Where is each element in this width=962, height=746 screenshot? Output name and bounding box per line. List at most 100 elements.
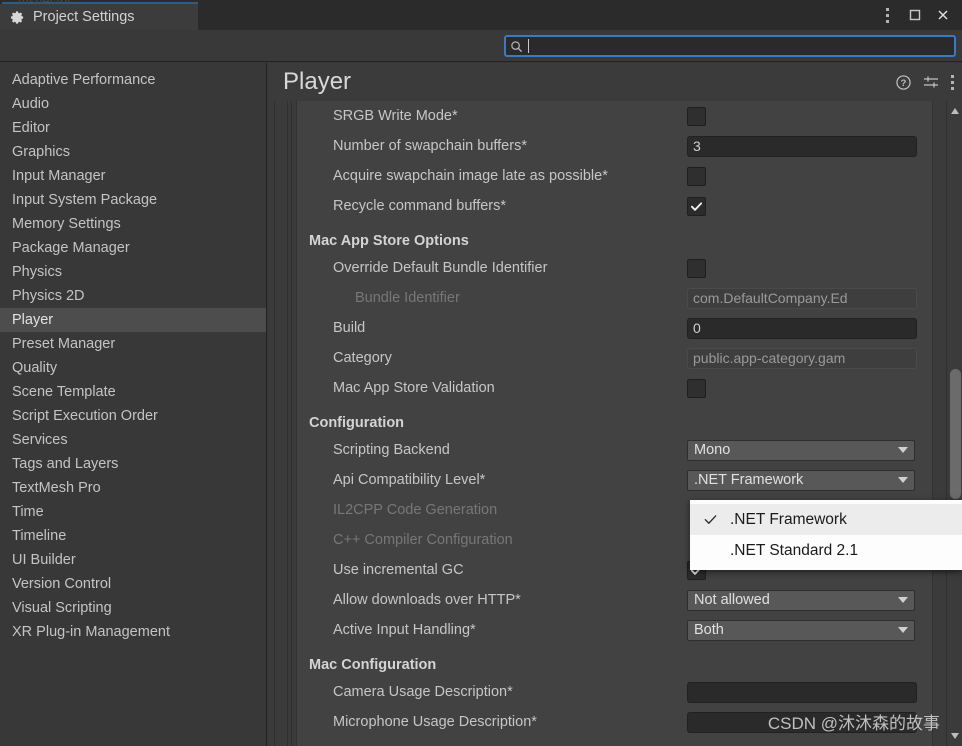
sidebar-item-timeline[interactable]: Timeline xyxy=(0,524,266,548)
text-input-microphone-usage-description[interactable] xyxy=(687,711,917,733)
sidebar-item-label: Version Control xyxy=(12,576,112,592)
row-label: Recycle command buffers* xyxy=(333,198,507,214)
sidebar-item-label: Visual Scripting xyxy=(12,600,112,616)
text-input-build[interactable]: 0 xyxy=(687,317,917,339)
gear-icon xyxy=(10,10,25,25)
text-input-camera-usage-description[interactable] xyxy=(687,681,917,703)
sidebar-item-label: Preset Manager xyxy=(12,336,116,352)
sidebar-item-audio[interactable]: Audio xyxy=(0,92,266,116)
close-icon[interactable] xyxy=(930,1,956,29)
sidebar-item-graphics[interactable]: Graphics xyxy=(0,140,266,164)
sidebar-item-adaptive-performance[interactable]: Adaptive Performance xyxy=(0,68,266,92)
maximize-icon[interactable] xyxy=(902,1,928,29)
section-header-mac-app-store-options: Mac App Store Options xyxy=(297,221,932,253)
divider-rail-2 xyxy=(287,101,288,746)
dropdown-value: Both xyxy=(694,622,724,638)
settings-row-acquire-swapchain-image-late-as-possible: Acquire swapchain image late as possible… xyxy=(297,161,932,191)
row-label: Allow downloads over HTTP* xyxy=(333,592,521,608)
help-icon[interactable]: ? xyxy=(896,74,911,90)
search-input[interactable] xyxy=(504,35,956,57)
sidebar-item-input-manager[interactable]: Input Manager xyxy=(0,164,266,188)
sidebar-item-label: Quality xyxy=(12,360,58,376)
preset-sliders-icon[interactable] xyxy=(923,74,939,90)
sidebar-item-label: Editor xyxy=(12,120,50,136)
popup-option-net-standard-2-1[interactable]: .NET Standard 2.1 xyxy=(690,535,962,566)
popup-option-net-framework[interactable]: .NET Framework xyxy=(690,504,962,535)
sidebar-item-preset-manager[interactable]: Preset Manager xyxy=(0,332,266,356)
row-label: Category xyxy=(333,350,392,366)
vertical-scrollbar[interactable] xyxy=(946,101,962,746)
api-compatibility-dropdown-popup[interactable]: .NET Framework .NET Standard 2.1 xyxy=(690,500,962,570)
sidebar-item-memory-settings[interactable]: Memory Settings xyxy=(0,212,266,236)
text-input-value: com.DefaultCompany.Ed xyxy=(693,290,848,306)
title-bar: Inspector Project Settings xyxy=(0,0,962,30)
settings-row-recycle-command-buffers: Recycle command buffers* xyxy=(297,191,932,221)
checkbox-override-default-bundle-identifier[interactable] xyxy=(687,258,706,278)
triangle-up-icon[interactable] xyxy=(947,103,962,119)
tab-project-settings[interactable]: Project Settings xyxy=(0,4,198,30)
checkbox-recycle-command-buffers[interactable] xyxy=(687,196,706,216)
sidebar-item-label: Services xyxy=(12,432,68,448)
sidebar-item-label: XR Plug-in Management xyxy=(12,624,170,640)
scrollbar-thumb[interactable] xyxy=(950,369,961,499)
page-title: Player xyxy=(283,68,352,95)
settings-category-list[interactable]: Adaptive Performance Audio Editor Graphics I… xyxy=(0,63,267,746)
checkbox-acquire-swapchain-image-late-as-possible[interactable] xyxy=(687,166,706,186)
settings-row-bundle-identifier: Bundle Identifier com.DefaultCompany.Ed xyxy=(297,283,932,313)
sidebar-item-label: Package Manager xyxy=(12,240,130,256)
row-label: Active Input Handling* xyxy=(333,622,476,638)
sidebar-item-label: Script Execution Order xyxy=(12,408,158,424)
sidebar-item-services[interactable]: Services xyxy=(0,428,266,452)
dropdown-api-compatibility-level[interactable]: .NET Framework xyxy=(687,469,915,491)
sidebar-item-editor[interactable]: Editor xyxy=(0,116,266,140)
sidebar-item-package-manager[interactable]: Package Manager xyxy=(0,236,266,260)
text-input-category[interactable]: public.app-category.gam xyxy=(687,347,917,369)
dropdown-active-input-handling[interactable]: Both xyxy=(687,619,915,641)
sidebar-item-input-system-package[interactable]: Input System Package xyxy=(0,188,266,212)
sidebar-item-xr-plug-in-management[interactable]: XR Plug-in Management xyxy=(0,620,266,644)
row-label: Acquire swapchain image late as possible… xyxy=(333,168,608,184)
text-input-bundle-identifier[interactable]: com.DefaultCompany.Ed xyxy=(687,287,917,309)
sidebar-item-label: Physics xyxy=(12,264,62,280)
section-title: Mac Configuration xyxy=(309,657,437,673)
row-label: Override Default Bundle Identifier xyxy=(333,260,548,276)
sidebar-item-label: Memory Settings xyxy=(12,216,121,232)
popup-option-label: .NET Standard 2.1 xyxy=(730,541,859,559)
dropdown-scripting-backend[interactable]: Mono xyxy=(687,439,915,461)
chevron-down-icon xyxy=(898,477,908,483)
triangle-down-icon[interactable] xyxy=(947,728,962,744)
sidebar-item-label: Scene Template xyxy=(12,384,116,400)
kebab-menu-icon[interactable] xyxy=(951,74,954,90)
text-input-number-of-swapchain-buffers[interactable]: 3 xyxy=(687,135,917,157)
sidebar-item-script-execution-order[interactable]: Script Execution Order xyxy=(0,404,266,428)
sidebar-item-label: Graphics xyxy=(12,144,71,160)
settings-row-allow-downloads-over-http: Allow downloads over HTTP* Not allowed xyxy=(297,585,932,615)
settings-content: SRGB Write Mode* Number of swapchain buff… xyxy=(268,101,962,746)
svg-text:?: ? xyxy=(901,78,907,88)
sidebar-item-tags-and-layers[interactable]: Tags and Layers xyxy=(0,452,266,476)
row-label: C++ Compiler Configuration xyxy=(333,532,513,548)
row-label: Build xyxy=(333,320,366,336)
checkbox-mac-app-store-validation[interactable] xyxy=(687,378,706,398)
sidebar-item-scene-template[interactable]: Scene Template xyxy=(0,380,266,404)
sidebar-item-quality[interactable]: Quality xyxy=(0,356,266,380)
check-icon xyxy=(690,200,703,213)
sidebar-item-version-control[interactable]: Version Control xyxy=(0,572,266,596)
sidebar-item-player[interactable]: Player xyxy=(0,308,266,332)
section-title: Mac App Store Options xyxy=(309,233,469,249)
row-label: IL2CPP Code Generation xyxy=(333,502,498,518)
sidebar-item-ui-builder[interactable]: UI Builder xyxy=(0,548,266,572)
dropdown-allow-downloads-over-http[interactable]: Not allowed xyxy=(687,589,915,611)
sidebar-item-physics-2d[interactable]: Physics 2D xyxy=(0,284,266,308)
sidebar-item-label: Audio xyxy=(12,96,50,112)
panel-header: Player ? xyxy=(268,63,962,101)
row-label: Bundle Identifier xyxy=(355,290,460,306)
search-icon xyxy=(510,40,523,53)
sidebar-item-time[interactable]: Time xyxy=(0,500,266,524)
sidebar-item-textmesh-pro[interactable]: TextMesh Pro xyxy=(0,476,266,500)
sidebar-item-physics[interactable]: Physics xyxy=(0,260,266,284)
checkbox-srgb-write-mode[interactable] xyxy=(687,106,706,126)
sidebar-item-visual-scripting[interactable]: Visual Scripting xyxy=(0,596,266,620)
text-input-value: 3 xyxy=(693,138,701,154)
kebab-menu-icon[interactable] xyxy=(874,1,900,29)
